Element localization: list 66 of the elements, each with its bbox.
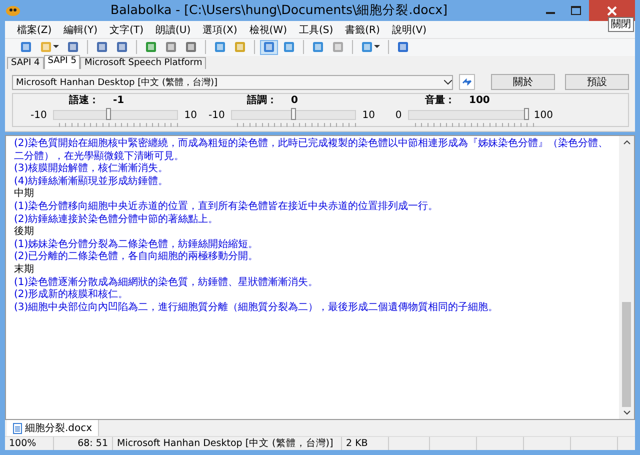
section-heading: 後期: [14, 226, 35, 239]
slider-min-label: 0: [394, 110, 402, 120]
tab[interactable]: Microsoft Speech Platform: [80, 57, 206, 69]
slider-track[interactable]: [230, 110, 356, 120]
text-line: (1)染色分體移向細胞中央近赤道的位置，直到所有染色體皆在接近中央赤道的位置排列成一行。: [14, 200, 440, 214]
button[interactable]: 預設: [565, 74, 629, 90]
text-line: (1)染色體逐漸分散成為細網狀的染色質，紡錘體、星狀體漸漸消失。: [14, 276, 320, 288]
app-logo-icon: [5, 4, 21, 16]
slider-max-label: 10: [184, 110, 197, 120]
slider-track[interactable]: [408, 110, 528, 120]
menu-item[interactable]: 檢視(W): [243, 22, 293, 36]
voice-value: Microsoft Hanhan Desktop [中文 (繁體，台灣)]: [16, 76, 218, 88]
vertical-scrollbar[interactable]: [619, 136, 634, 419]
caret-icon: [444, 80, 452, 84]
text-line: (2)染色質開始在細胞核中緊密纏繞，而成為粗短的染色體，此時已完成複製的染色體以中節相連形成為『姊妹染色分體』（染色分體、二分體），在光學顯微鏡下清晰可見。: [14, 138, 610, 162]
refresh-icon: [462, 78, 472, 86]
slider-max-label: 100: [534, 110, 553, 120]
text-line: (2)紡錘絲連接於染色體分體中節的著絲點上。: [14, 214, 220, 226]
menu-item[interactable]: 工具(S): [292, 22, 340, 36]
scrollbar-thumb[interactable]: [622, 302, 631, 407]
caret-icon: [53, 45, 59, 49]
refresh-button[interactable]: [459, 74, 475, 90]
menu-item[interactable]: 書籤(R): [339, 22, 386, 36]
voice-dropdown[interactable]: Microsoft Hanhan Desktop [中文 (繁體，台灣)]: [12, 74, 454, 90]
document-tab[interactable]: 細胞分裂.docx: [7, 420, 100, 436]
menu-item[interactable]: 編輯(Y): [58, 22, 104, 36]
slider-track[interactable]: [52, 110, 178, 120]
caret-icon: [374, 45, 380, 49]
slider-thumb[interactable]: [524, 108, 529, 120]
status-text: 100%: [5, 437, 54, 450]
close-icon: [607, 6, 617, 16]
text-line: (3)核膜開始解體，核仁漸漸消失。: [14, 163, 170, 176]
slider-reading: -1: [113, 94, 124, 106]
menu-item[interactable]: 選項(X): [196, 22, 244, 36]
menu-item[interactable]: 朗讀(U): [150, 22, 197, 36]
toolbar-button[interactable]: [260, 40, 278, 54]
tab[interactable]: SAPI 5: [44, 55, 80, 69]
slider-thumb[interactable]: [290, 108, 296, 120]
text-line: (2)已分離的二條染色體，各自向細胞的兩極移動分開。: [14, 251, 260, 264]
button[interactable]: 關於: [491, 74, 555, 90]
slider-reading: 0: [291, 94, 298, 106]
slider-label: 語調：: [247, 93, 277, 107]
text-line: (4)紡錘絲漸漸顯現並形成紡錘體。: [14, 176, 170, 188]
close-button[interactable]: [589, 0, 635, 21]
slider-min-label: -10: [30, 110, 47, 120]
menu-item[interactable]: 文字(T): [104, 22, 150, 36]
status-text: Microsoft Hanhan Desktop [中文 (繁體，台灣)]: [113, 437, 342, 450]
text-line: (3)細胞中央部位向內凹陷為二，進行細胞質分離（細胞質分裂為二），最後形成二個遺傳物質相同的子細胞。: [14, 302, 500, 314]
maximize-icon: [571, 6, 581, 15]
window-title: Balabolka - [C:\Users\hung\Documents\細胞分裂.docx]: [110, 2, 448, 19]
menu-item[interactable]: 檔案(Z): [11, 22, 58, 36]
tooltip: 關閉: [608, 17, 634, 32]
status-text: 68: 51: [54, 437, 113, 450]
slider-thumb[interactable]: [106, 108, 112, 120]
tab[interactable]: SAPI 4: [7, 57, 44, 69]
slider-min-label: -10: [208, 110, 225, 120]
slider-max-label: 10: [362, 110, 375, 120]
text-line: (1)姊妹染色分體分裂為二條染色體，紡錘絲開始縮短。: [14, 238, 260, 250]
text-line: (2)形成新的核膜和核仁。: [14, 289, 130, 302]
slider-reading: 100: [469, 94, 490, 106]
section-heading: 中期: [14, 188, 35, 200]
slider-label: 音量：: [425, 93, 455, 107]
status-text: 2 KB: [342, 437, 389, 450]
menu-item[interactable]: 說明(V): [386, 22, 433, 36]
slider-label: 語速：: [69, 94, 99, 107]
section-heading: 末期: [14, 264, 35, 276]
